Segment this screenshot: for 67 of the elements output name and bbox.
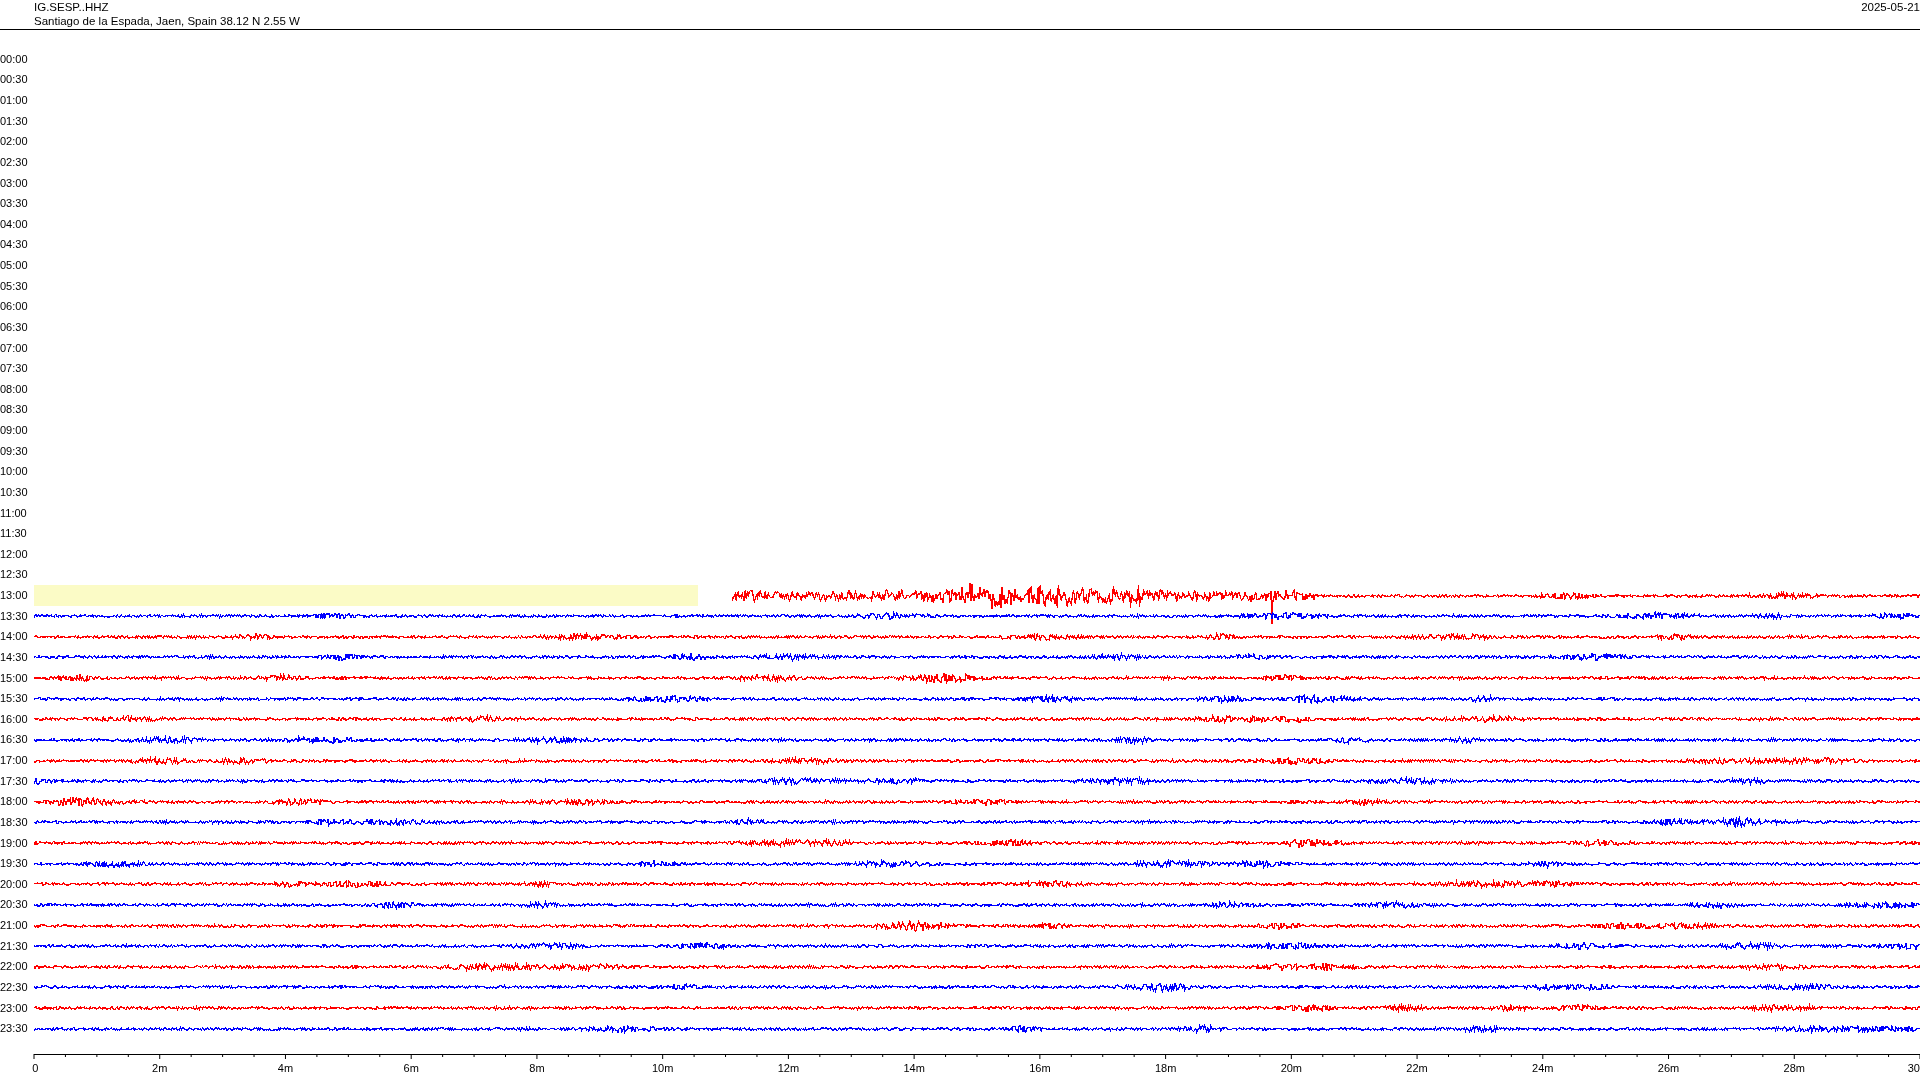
time-label: 04:30	[0, 238, 29, 252]
axis-tick-label: 4m	[277, 1062, 294, 1074]
time-label: 11:00	[0, 506, 28, 520]
time-label: 04:00	[0, 217, 29, 231]
time-label: 15:00	[0, 671, 29, 685]
axis-tick-label: 2m	[152, 1062, 168, 1074]
axis-tick-label: 10m	[651, 1062, 674, 1074]
time-label: 16:30	[0, 733, 29, 747]
time-label: 19:30	[0, 857, 29, 871]
time-label: 12:00	[0, 547, 29, 561]
time-label: 13:30	[0, 609, 29, 623]
time-label: 08:00	[0, 382, 29, 396]
time-label: 21:00	[0, 919, 29, 933]
time-label: 23:30	[0, 1022, 29, 1036]
time-label: 20:30	[0, 898, 29, 912]
time-label: 00:30	[0, 73, 29, 87]
time-label: 06:30	[0, 320, 29, 334]
time-label: 14:00	[0, 630, 29, 644]
time-label: 22:00	[0, 960, 29, 974]
time-label: 16:00	[0, 712, 29, 726]
time-label: 12:30	[0, 568, 29, 582]
time-label: 06:00	[0, 300, 29, 314]
time-label: 21:30	[0, 939, 29, 953]
time-label: 03:00	[0, 176, 29, 190]
axis-tick-label: 30	[1907, 1062, 1920, 1074]
axis-tick-label: 0	[32, 1062, 39, 1074]
time-label: 05:30	[0, 279, 29, 293]
time-label: 03:30	[0, 197, 29, 211]
time-label: 09:30	[0, 444, 29, 458]
time-label: 18:00	[0, 795, 29, 809]
axis-tick-label: 8m	[529, 1062, 545, 1074]
time-label: 01:30	[0, 114, 29, 128]
time-label: 07:30	[0, 362, 29, 376]
time-label: 18:30	[0, 815, 29, 829]
time-label: 09:00	[0, 424, 29, 438]
time-label: 15:30	[0, 692, 29, 706]
time-label: 22:30	[0, 980, 29, 994]
axis-tick-label: 24m	[1532, 1062, 1554, 1074]
time-label: 23:00	[0, 1001, 29, 1015]
time-label: 07:00	[0, 341, 29, 355]
time-label: 05:00	[0, 259, 29, 273]
axis-tick-label: 16m	[1029, 1062, 1051, 1074]
time-label: 10:30	[0, 485, 29, 499]
axis-tick-label: 14m	[903, 1062, 925, 1074]
time-label: 17:00	[0, 754, 29, 768]
time-label: 13:00	[0, 589, 29, 603]
time-label: 08:30	[0, 403, 29, 417]
time-label: 14:30	[0, 650, 29, 664]
axis-tick-label: 22m	[1406, 1062, 1428, 1074]
axis-tick-label: 18m	[1154, 1062, 1177, 1074]
date-label: 2025-05-21	[1861, 0, 1920, 15]
axis-tick-label: 26m	[1657, 1062, 1680, 1074]
time-label: 02:00	[0, 135, 29, 149]
axis-tick-label: 28m	[1783, 1062, 1805, 1074]
time-label: 11:30	[0, 527, 28, 541]
axis-tick-label: 6m	[403, 1062, 419, 1074]
station-code: IG.SESP..HHZ	[34, 0, 110, 14]
time-label: 10:00	[0, 465, 29, 479]
time-label: 00:00	[0, 52, 29, 66]
time-label: 02:30	[0, 155, 29, 169]
time-label: 01:00	[0, 94, 29, 108]
time-label: 19:00	[0, 836, 29, 850]
axis-tick-label: 12m	[777, 1062, 800, 1074]
station-location: Santiago de la Espada, Jaen, Spain 38.12 N 2.55 W	[34, 14, 300, 28]
axis-tick-label: 20m	[1280, 1062, 1303, 1074]
time-label: 17:30	[0, 774, 29, 788]
time-label: 20:00	[0, 877, 29, 891]
